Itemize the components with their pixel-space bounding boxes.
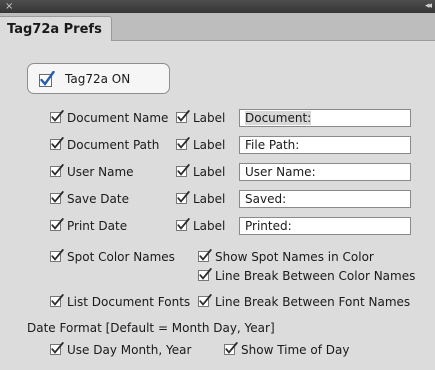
- user-name-checkbox[interactable]: [50, 164, 64, 177]
- line-break-font-label: Line Break Between Font Names: [215, 295, 411, 309]
- save-date-field[interactable]: Saved:: [239, 190, 411, 208]
- checkmark-icon: [176, 164, 190, 177]
- show-spot-names-label: Show Spot Names in Color: [215, 250, 374, 264]
- checkmark-icon: [176, 137, 190, 150]
- print-date-label-checkbox[interactable]: [176, 218, 190, 231]
- use-day-month-year-checkbox[interactable]: [50, 342, 64, 355]
- close-icon[interactable]: ×: [5, 0, 13, 13]
- line-break-color-checkbox[interactable]: [198, 268, 212, 281]
- checkmark-icon: [50, 110, 64, 123]
- document-name-label: Document Name: [67, 111, 169, 125]
- tab-tag72a-prefs[interactable]: Tag72a Prefs: [0, 16, 112, 41]
- show-spot-names-checkbox[interactable]: [198, 249, 212, 262]
- document-name-label-checkbox[interactable]: [176, 110, 190, 123]
- spot-color-names-checkbox[interactable]: [50, 249, 64, 262]
- list-document-fonts-label: List Document Fonts: [67, 295, 191, 309]
- spot-color-names-label: Spot Color Names: [67, 250, 175, 264]
- checkmark-icon: [50, 294, 64, 307]
- user-name-label-checkbox[interactable]: [176, 164, 190, 177]
- checkmark-icon: [224, 342, 238, 355]
- line-break-font-checkbox[interactable]: [198, 294, 212, 307]
- collapse-icon[interactable]: ◂◂: [425, 0, 432, 13]
- save-date-label: Save Date: [67, 192, 129, 206]
- checkmark-icon: [50, 137, 64, 150]
- document-path-field[interactable]: File Path:: [239, 136, 411, 154]
- checkmark-icon: [176, 218, 190, 231]
- document-path-label: Document Path: [67, 138, 160, 152]
- user-name-label: User Name: [67, 165, 134, 179]
- checkmark-icon: [50, 342, 64, 355]
- date-format-heading: Date Format [Default = Month Day, Year]: [27, 321, 275, 335]
- list-document-fonts-checkbox[interactable]: [50, 294, 64, 307]
- label-text: Label: [193, 165, 226, 179]
- document-path-checkbox[interactable]: [50, 137, 64, 150]
- checkmark-icon: [50, 249, 64, 262]
- save-date-checkbox[interactable]: [50, 191, 64, 204]
- checkmark-icon: [176, 191, 190, 204]
- show-time-of-day-checkbox[interactable]: [224, 342, 238, 355]
- label-text: Label: [193, 111, 226, 125]
- show-time-of-day-label: Show Time of Day: [241, 343, 350, 357]
- panel-titlebar: × ◂◂: [0, 0, 435, 13]
- save-date-label-checkbox[interactable]: [176, 191, 190, 204]
- document-path-label-checkbox[interactable]: [176, 137, 190, 150]
- use-day-month-year-label: Use Day Month, Year: [67, 343, 192, 357]
- checkmark-icon: [50, 191, 64, 204]
- print-date-checkbox[interactable]: [50, 218, 64, 231]
- checkmark-icon: [176, 110, 190, 123]
- checkmark-icon: [50, 218, 64, 231]
- line-break-color-label: Line Break Between Color Names: [215, 269, 416, 283]
- print-date-label: Print Date: [67, 219, 128, 233]
- master-checkbox[interactable]: [39, 70, 55, 87]
- user-name-field[interactable]: User Name:: [239, 163, 411, 181]
- print-date-field[interactable]: Printed:: [239, 217, 411, 235]
- document-name-field[interactable]: Document:: [239, 109, 411, 127]
- label-text: Label: [193, 219, 226, 233]
- checkmark-icon: [50, 164, 64, 177]
- master-label: Tag72a ON: [65, 72, 131, 86]
- label-text: Label: [193, 138, 226, 152]
- checkmark-icon: [198, 249, 212, 262]
- document-name-value: Document:: [245, 111, 312, 125]
- label-text: Label: [193, 192, 226, 206]
- checkmark-icon: [198, 268, 212, 281]
- checkmark-icon: [39, 70, 55, 87]
- tab-strip: Tag72a Prefs: [0, 13, 435, 41]
- master-toggle-box[interactable]: Tag72a ON: [27, 63, 170, 94]
- checkmark-icon: [198, 294, 212, 307]
- document-name-checkbox[interactable]: [50, 110, 64, 123]
